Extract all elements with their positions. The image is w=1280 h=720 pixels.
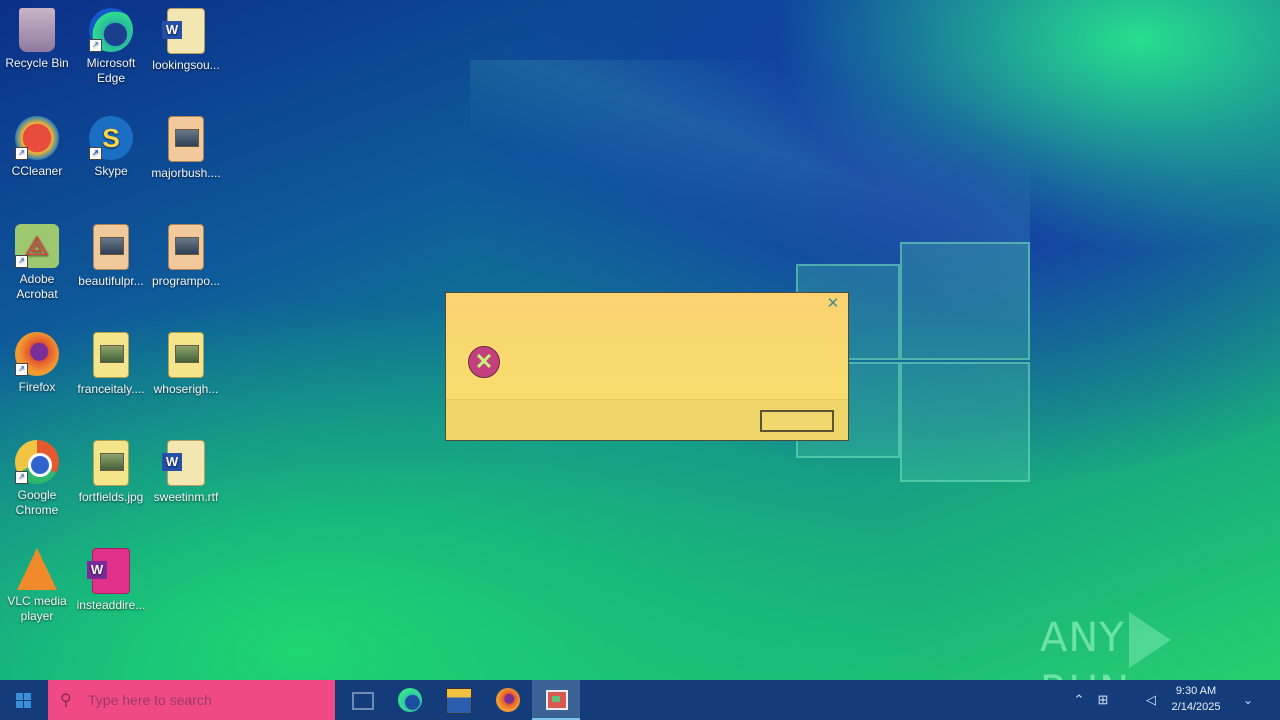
search-placeholder: Type here to search: [88, 692, 212, 708]
desktop-icon-recycle-bin[interactable]: Recycle Bin: [0, 8, 75, 71]
desktop-icon-label: Recycle Bin: [5, 56, 69, 70]
taskbar-firefox-button[interactable]: [484, 680, 532, 720]
desktop-icon-label: fortfields.jpg: [78, 490, 144, 504]
skype-icon: S ↗: [89, 116, 133, 160]
word-document-icon: W: [162, 8, 205, 54]
desktop-icon-label: majorbush....: [151, 166, 221, 180]
search-icon: ⚲: [60, 692, 72, 709]
vlc-cone-icon: [17, 548, 57, 590]
desktop-icon-label: sweetinm.rtf: [153, 490, 219, 504]
taskbar-clock[interactable]: 9:30 AM 2/14/2025: [1160, 683, 1232, 715]
desktop-icon-label: franceitaly....: [77, 382, 145, 396]
image-file-icon: [168, 332, 204, 378]
image-file-icon: [93, 440, 129, 486]
start-button[interactable]: [0, 680, 48, 720]
application-window-icon: [546, 690, 568, 710]
watermark-text-left: ANY: [1040, 615, 1125, 661]
play-triangle-icon: [1128, 612, 1171, 668]
image-file-icon: [168, 224, 204, 270]
desktop-icon-microsoft-edge[interactable]: ↗ Microsoft Edge: [73, 8, 149, 86]
recycle-bin-icon: [19, 8, 55, 52]
windows-start-icon: [16, 693, 31, 708]
clock-time: 9:30 AM: [1175, 685, 1217, 697]
taskbar-edge-button[interactable]: [386, 680, 434, 720]
desktop-icon-label: programpo...: [151, 274, 221, 288]
desktop-icon-image-file[interactable]: majorbush....: [148, 116, 224, 181]
task-view-button[interactable]: [338, 680, 386, 720]
desktop-icon-label: lookingsou...: [152, 58, 220, 72]
desktop-icon-word-document[interactable]: W insteaddire...: [73, 548, 149, 613]
desktop-icon-label: whoserigh...: [153, 382, 219, 396]
close-icon[interactable]: ✕: [826, 296, 840, 311]
file-explorer-icon: [446, 688, 472, 714]
ok-button[interactable]: [760, 410, 834, 432]
desktop-icon-image-file[interactable]: whoserigh...: [148, 332, 224, 397]
firefox-icon: ↗: [15, 332, 59, 376]
desktop-icon-vlc-media-player[interactable]: VLC media player: [0, 548, 75, 624]
desktop-icon-label: VLC media player: [7, 594, 67, 623]
network-icon[interactable]: ⊞: [1092, 680, 1114, 720]
edge-icon: ↗: [89, 8, 133, 52]
desktop-icon-image-file[interactable]: fortfields.jpg: [73, 440, 149, 505]
desktop-icon-adobe-acrobat[interactable]: ⟁ ↗ Adobe Acrobat: [0, 224, 75, 302]
dialog-body: [446, 293, 848, 401]
desktop-icon-image-file[interactable]: franceitaly....: [73, 332, 149, 397]
error-icon: ✕: [468, 346, 500, 378]
error-dialog: ✕ ✕: [445, 292, 849, 441]
taskbar-file-explorer-button[interactable]: [434, 680, 482, 720]
desktop-icon-label: Microsoft Edge: [86, 56, 136, 85]
desktop-icon-firefox[interactable]: ↗ Firefox: [0, 332, 75, 395]
desktop-icon-ccleaner[interactable]: ↗ CCleaner: [0, 116, 75, 179]
firefox-icon: [496, 688, 520, 712]
desktop-icon-skype[interactable]: S ↗ Skype: [73, 116, 149, 179]
desktop-icon-word-document[interactable]: W sweetinm.rtf: [148, 440, 224, 505]
clock-date: 2/14/2025: [1171, 701, 1221, 713]
show-hidden-icons-chevron-icon[interactable]: ⌃: [1068, 680, 1090, 720]
image-file-icon: [93, 224, 129, 270]
desktop-icon-label: CCleaner: [11, 164, 63, 178]
chrome-icon: ↗: [15, 440, 59, 484]
speaker-icon[interactable]: ◁: [1140, 680, 1162, 720]
ccleaner-icon: ↗: [15, 116, 59, 160]
desktop-icon-label: Google Chrome: [15, 488, 59, 517]
adobe-acrobat-icon: ⟁ ↗: [15, 224, 59, 268]
word-document-icon: W: [87, 548, 130, 594]
desktop-icon-image-file[interactable]: beautifulpr...: [73, 224, 149, 289]
anyrun-watermark: ANYRUN: [1040, 612, 1240, 714]
edge-icon: [398, 688, 422, 712]
desktop-icon-image-file[interactable]: programpo...: [148, 224, 224, 289]
taskbar: ⚲ Type here to search ⌃ ⊞ ◁ 9:30 AM 2/14…: [0, 680, 1280, 720]
task-view-icon: [352, 692, 374, 710]
desktop-icon-label: insteaddire...: [76, 598, 146, 612]
notifications-chevron-icon[interactable]: ⌄: [1236, 680, 1260, 720]
desktop-icon-label: Firefox: [18, 380, 56, 394]
taskbar-search-box[interactable]: ⚲ Type here to search: [48, 680, 335, 720]
taskbar-active-app-button[interactable]: [532, 680, 580, 720]
desktop-icon-google-chrome[interactable]: ↗ Google Chrome: [0, 440, 75, 518]
desktop-icon-word-document[interactable]: W lookingsou...: [148, 8, 224, 73]
word-document-icon: W: [162, 440, 205, 486]
image-file-icon: [93, 332, 129, 378]
desktop-icon-label: beautifulpr...: [78, 274, 144, 288]
image-file-icon: [168, 116, 204, 162]
desktop-icon-label: Skype: [94, 164, 128, 178]
desktop-icon-label: Adobe Acrobat: [16, 272, 58, 301]
